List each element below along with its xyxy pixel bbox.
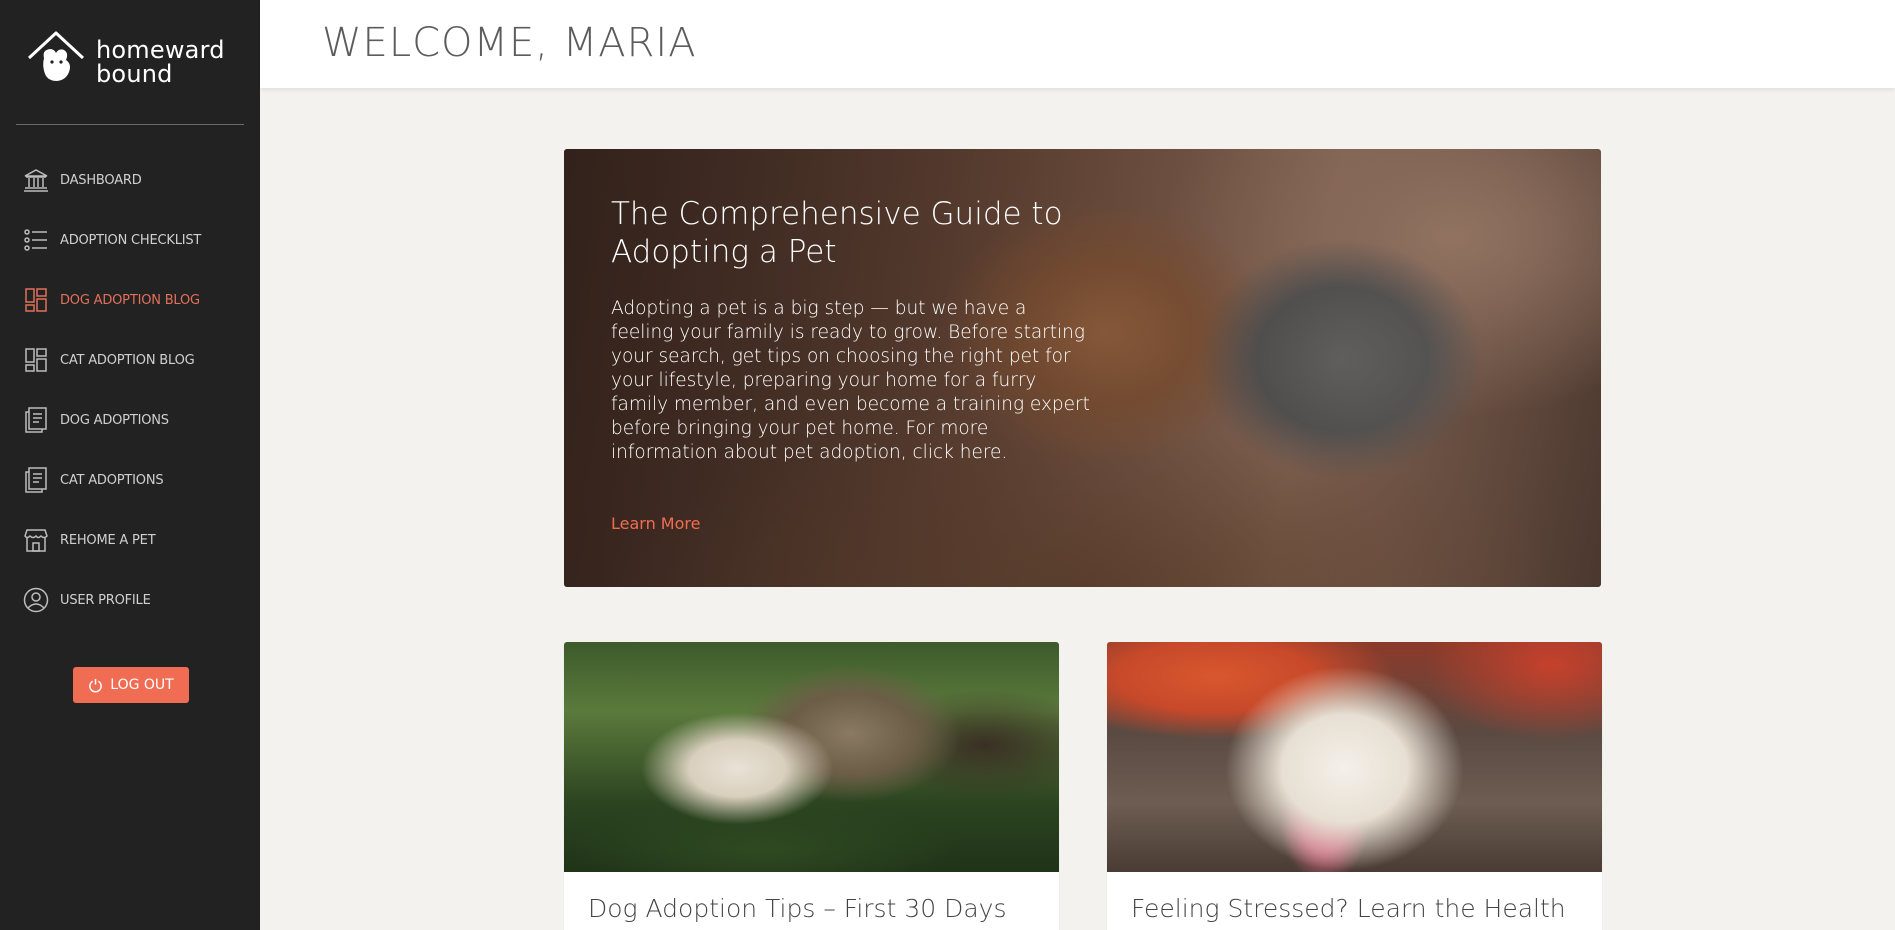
sidebar-item-label: REHOME A PET [60,532,156,548]
sidebar-item-rehome-a-pet[interactable]: REHOME A PET [0,510,260,570]
sidebar-item-label: USER PROFILE [60,592,151,608]
logout-label: LOG OUT [110,677,174,693]
article-card[interactable]: Feeling Stressed? Learn the Health [1107,642,1602,930]
sidebar-nav: DASHBOARD ADOPTION CHECKLIST DOG ADOPTIO… [0,150,260,630]
power-icon [89,678,103,692]
article-card[interactable]: Dog Adoption Tips – First 30 Days [564,642,1059,930]
logout-button[interactable]: LOG OUT [73,667,189,703]
user-circle-icon [22,586,50,614]
sidebar-item-dog-adoptions[interactable]: DOG ADOPTIONS [0,390,260,450]
top-header: WELCOME, MARIA [260,0,1895,88]
sidebar: homeward bound DASHBOARD ADOPTION CHECKL… [0,0,260,930]
sidebar-item-label: DOG ADOPTIONS [60,412,169,428]
sidebar-item-adoption-checklist[interactable]: ADOPTION CHECKLIST [0,210,260,270]
document-icon [22,406,50,434]
featured-article-hero[interactable]: The Comprehensive Guide to Adopting a Pe… [564,149,1601,587]
brand-logo[interactable]: homeward bound [26,26,236,96]
article-title[interactable]: Dog Adoption Tips – First 30 Days [588,894,1048,924]
sidebar-item-cat-adoptions[interactable]: CAT ADOPTIONS [0,450,260,510]
article-image-dog-and-cat [564,642,1059,872]
sidebar-divider [16,124,244,125]
dashboard-grid-icon [22,346,50,374]
sidebar-item-label: CAT ADOPTION BLOG [60,352,195,368]
document-icon [22,466,50,494]
article-image-bulldog [1107,642,1602,872]
sidebar-item-label: DOG ADOPTION BLOG [60,292,200,308]
brand-line-2: bound [96,60,173,88]
bank-icon [22,166,50,194]
learn-more-link[interactable]: Learn More [611,514,700,533]
sidebar-item-user-profile[interactable]: USER PROFILE [0,570,260,630]
storefront-icon [22,526,50,554]
page-title: WELCOME, MARIA [322,20,697,66]
dashboard-grid-icon [22,286,50,314]
brand-line-1: homeward [96,36,225,64]
sidebar-item-label: DASHBOARD [60,172,142,188]
article-title[interactable]: Feeling Stressed? Learn the Health [1131,894,1591,924]
sidebar-item-label: ADOPTION CHECKLIST [60,232,202,248]
checklist-icon [22,226,50,254]
sidebar-item-cat-adoption-blog[interactable]: CAT ADOPTION BLOG [0,330,260,390]
sidebar-item-dashboard[interactable]: DASHBOARD [0,150,260,210]
hero-description: Adopting a pet is a big step — but we ha… [611,298,1090,463]
hero-title: The Comprehensive Guide to Adopting a Pe… [611,196,1063,270]
brand-name: homeward bound [96,38,225,86]
house-dog-logo-icon [27,31,85,81]
sidebar-item-label: CAT ADOPTIONS [60,472,164,488]
sidebar-item-dog-adoption-blog[interactable]: DOG ADOPTION BLOG [0,270,260,330]
